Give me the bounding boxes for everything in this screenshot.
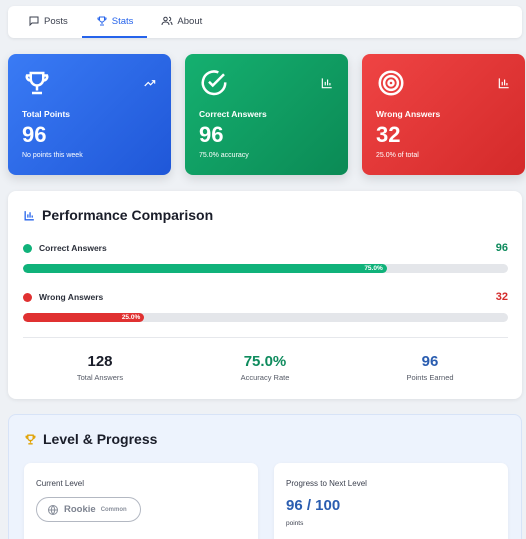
stat-label: Correct Answers: [199, 109, 267, 119]
summary-points-earned: 96 Points Earned: [355, 353, 505, 382]
summary-caption: Points Earned: [406, 373, 454, 382]
level-rarity: Common: [100, 506, 127, 513]
wrong-dot: [23, 292, 32, 302]
summary-total-answers: 128 Total Answers: [25, 353, 175, 382]
stat-card-correct-answers: Correct Answers 96 75.0% accuracy: [185, 54, 348, 175]
chat-bubble-icon: [29, 16, 39, 27]
correct-progress-fill: 75.0%: [23, 264, 387, 273]
progress-title: Progress to Next Level: [286, 479, 367, 488]
tab-about-label: About: [177, 15, 203, 27]
tab-stats-label: Stats: [111, 15, 134, 27]
progress-unit: points: [286, 520, 304, 527]
divider: [23, 337, 508, 338]
summary-value: 96: [421, 353, 439, 370]
correct-dot: [23, 243, 32, 253]
wrong-percent: 25.0%: [121, 314, 141, 321]
tab-stats[interactable]: Stats: [81, 6, 148, 38]
target-icon: [378, 70, 404, 96]
current-level-title: Current Level: [36, 479, 85, 488]
stat-value: 96: [22, 122, 47, 147]
summary-value: 75.0%: [243, 353, 287, 370]
stat-value: 96: [199, 122, 224, 147]
summary-value: 128: [87, 353, 113, 370]
level-title: Level & Progress: [43, 431, 158, 447]
level-name: Rookie: [64, 504, 96, 515]
level-progress-card: Level & Progress Current Level Rookie Co…: [8, 414, 522, 539]
tab-bar: Posts Stats About: [8, 6, 522, 38]
globe-icon: [48, 504, 58, 515]
correct-progress-bar: 75.0%: [23, 264, 508, 273]
stat-sub: 75.0% accuracy: [199, 152, 249, 159]
next-level-progress-card: Progress to Next Level 96 / 100 points: [274, 463, 508, 539]
section-title: Performance Comparison: [23, 207, 213, 223]
section-title: Level & Progress: [24, 431, 157, 447]
trophy-icon: [25, 434, 36, 444]
stat-card-total-points: Total Points 96 No points this week: [8, 54, 171, 175]
users-icon: [161, 16, 173, 26]
wrong-label: Wrong Answers: [39, 292, 104, 302]
bar-chart-icon: [321, 78, 332, 89]
stat-label: Total Points: [22, 109, 71, 119]
bar-chart-icon: [24, 210, 34, 220]
stat-sub: No points this week: [22, 152, 83, 159]
level-badge: Rookie Common: [36, 497, 141, 522]
stat-card-wrong-answers: Wrong Answers 32 25.0% of total: [362, 54, 525, 175]
correct-row-label: Correct Answers: [23, 243, 107, 253]
bar-chart-icon: [498, 78, 509, 89]
correct-value: 96: [495, 242, 508, 254]
tab-posts-label: Posts: [44, 15, 68, 27]
current-level-card: Current Level Rookie Common: [24, 463, 258, 539]
performance-comparison-card: Performance Comparison Correct Answers 9…: [8, 191, 522, 399]
progress-value: 96 / 100: [286, 497, 341, 514]
wrong-progress-fill: 25.0%: [23, 313, 145, 322]
wrong-value: 32: [495, 291, 508, 303]
trending-up-icon: [144, 80, 156, 87]
summary-caption: Accuracy Rate: [240, 373, 290, 382]
check-circle-icon: [201, 70, 227, 96]
summary-caption: Total Answers: [76, 373, 124, 382]
wrong-row-label: Wrong Answers: [23, 292, 103, 302]
correct-label: Correct Answers: [39, 243, 107, 253]
summary-accuracy-rate: 75.0% Accuracy Rate: [190, 353, 340, 382]
tab-about[interactable]: About: [147, 6, 216, 38]
tab-posts[interactable]: Posts: [14, 6, 82, 38]
trophy-icon: [25, 71, 49, 95]
stat-value: 32: [376, 122, 401, 147]
correct-percent: 75.0%: [364, 265, 383, 272]
stat-sub: 25.0% of total: [376, 152, 419, 159]
trophy-icon: [97, 16, 107, 26]
wrong-progress-bar: 25.0%: [23, 313, 508, 322]
stat-label: Wrong Answers: [376, 109, 441, 119]
performance-title: Performance Comparison: [42, 207, 214, 223]
